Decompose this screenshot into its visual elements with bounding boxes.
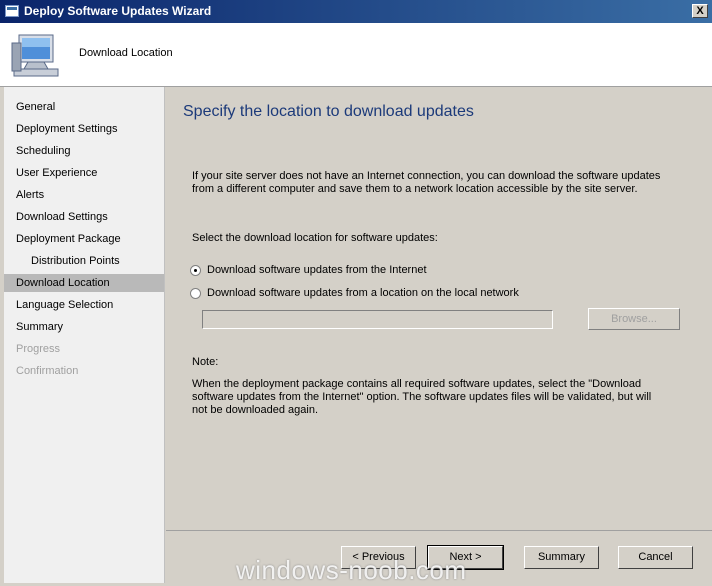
radio-local-label[interactable]: Download software updates from a locatio… bbox=[207, 287, 519, 299]
nav-item-deployment-settings[interactable]: Deployment Settings bbox=[4, 120, 164, 138]
radio-internet-label[interactable]: Download software updates from the Inter… bbox=[207, 264, 427, 276]
nav-item-progress: Progress bbox=[16, 343, 61, 355]
select-label: Select the download location for softwar… bbox=[192, 232, 438, 244]
summary-button[interactable]: Summary bbox=[524, 546, 599, 569]
radio-local-dot[interactable] bbox=[190, 288, 201, 299]
radio-internet-dot[interactable] bbox=[190, 265, 201, 276]
browse-button: Browse... bbox=[588, 308, 680, 330]
page-title: Download Location bbox=[79, 47, 173, 59]
nav-item-confirmation: Confirmation bbox=[16, 365, 79, 377]
note-line-3: not be downloaded again. bbox=[192, 404, 318, 416]
nav-item-scheduling[interactable]: Scheduling bbox=[4, 142, 164, 160]
intro-text: If your site server does not have an Int… bbox=[192, 170, 672, 196]
content-heading: Specify the location to download updates bbox=[183, 103, 474, 120]
nav-item-deployment-package[interactable]: Deployment Package bbox=[4, 230, 164, 248]
wizard-nav: General Deployment Settings Scheduling U… bbox=[4, 87, 165, 583]
nav-item-download-settings[interactable]: Download Settings bbox=[4, 208, 164, 226]
close-button[interactable]: X bbox=[692, 4, 708, 18]
nav-item-distribution-points[interactable]: Distribution Points bbox=[4, 252, 164, 270]
note-line-1: When the deployment package contains all… bbox=[192, 378, 642, 390]
note-line-2: software updates from the Internet" opti… bbox=[192, 391, 652, 403]
footer-divider bbox=[166, 530, 712, 531]
network-path-input[interactable] bbox=[202, 310, 553, 329]
intro-line-1: If your site server does not have an Int… bbox=[192, 170, 661, 182]
nav-item-alerts[interactable]: Alerts bbox=[4, 186, 164, 204]
title-bar: Deploy Software Updates Wizard X bbox=[0, 0, 712, 23]
nav-item-summary[interactable]: Summary bbox=[4, 318, 164, 336]
radio-download-internet[interactable]: Download software updates from the Inter… bbox=[190, 264, 510, 280]
intro-line-2: from a different computer and save them … bbox=[192, 183, 638, 195]
nav-item-user-experience[interactable]: User Experience bbox=[4, 164, 164, 182]
nav-item-language-selection[interactable]: Language Selection bbox=[4, 296, 164, 314]
wizard-content: Specify the location to download updates… bbox=[166, 87, 712, 530]
note-label: Note: bbox=[192, 356, 219, 368]
radio-download-local-network[interactable]: Download software updates from a locatio… bbox=[190, 287, 519, 303]
wizard-header: Download Location bbox=[0, 23, 712, 87]
cancel-button[interactable]: Cancel bbox=[618, 546, 693, 569]
nav-item-download-location[interactable]: Download Location bbox=[4, 274, 164, 292]
watermark: windows-noob.com bbox=[236, 555, 467, 585]
computer-icon bbox=[11, 34, 59, 77]
note-text: When the deployment package contains all… bbox=[192, 378, 672, 417]
window-title: Deploy Software Updates Wizard bbox=[24, 4, 212, 18]
window-icon bbox=[5, 5, 19, 17]
nav-item-general[interactable]: General bbox=[4, 98, 164, 116]
